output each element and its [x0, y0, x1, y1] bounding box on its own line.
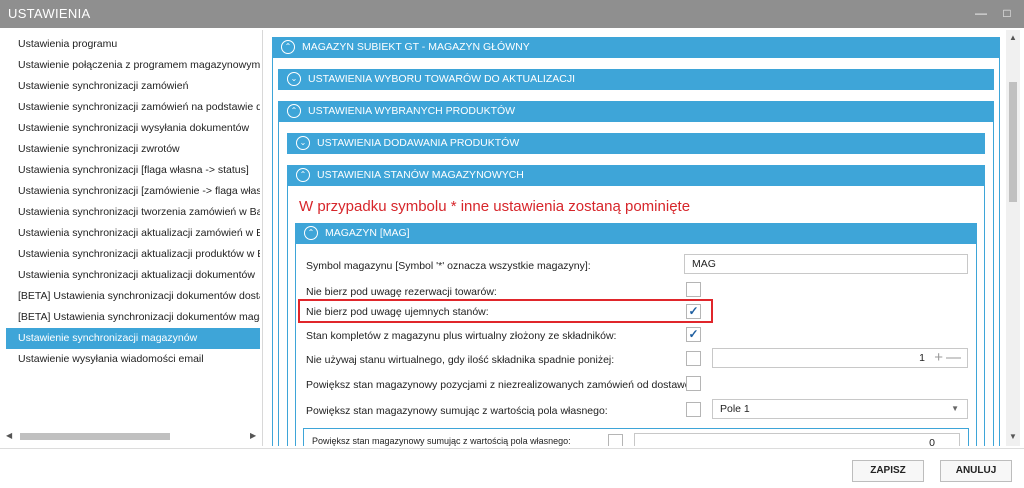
symbol-input[interactable]: MAG — [684, 254, 968, 274]
increase-unrealized-label: Powiększ stan magazynowy pozycjami z nie… — [306, 379, 699, 391]
increase-field-checkbox[interactable] — [686, 402, 701, 417]
chevron-up-icon[interactable]: ⌃ — [287, 104, 301, 118]
sidebar-item[interactable]: Ustawienia synchronizacji [zamówienie ->… — [6, 181, 260, 202]
sidebar-item[interactable]: Ustawienie synchronizacji zamówień na po… — [6, 97, 260, 118]
sidebar-item[interactable]: [BETA] Ustawienia synchronizacji dokumen… — [6, 307, 260, 328]
save-button[interactable]: ZAPISZ — [852, 460, 924, 482]
panel-splitter[interactable] — [262, 30, 263, 446]
chevron-up-icon[interactable]: ⌃ — [281, 40, 295, 54]
virtual-stock-stepper[interactable]: 1 + — — [712, 348, 968, 368]
settings-nav-list: Ustawienia programu Ustawienie połączenia… — [6, 34, 260, 444]
kit-stock-label: Stan kompletów z magazynu plus wirtualny… — [306, 330, 617, 342]
maximize-icon[interactable]: □ — [998, 4, 1016, 22]
sidebar-item[interactable]: Ustawienie synchronizacji magazynów — [6, 328, 260, 349]
sidebar-item[interactable]: Ustawienia synchronizacji aktualizacji z… — [6, 223, 260, 244]
section-warehouse-mag[interactable]: ⌃ MAGAZYN [MAG] — [295, 223, 977, 244]
sidebar-item[interactable]: Ustawienia synchronizacji aktualizacji p… — [6, 244, 260, 265]
sidebar-item[interactable]: [BETA] Ustawienia synchronizacji dokumen… — [6, 286, 260, 307]
sidebar-item[interactable]: Ustawienia synchronizacji tworzenia zamó… — [6, 202, 260, 223]
cancel-button[interactable]: ANULUJ — [940, 460, 1012, 482]
scroll-up-icon[interactable]: ▲ — [1009, 33, 1017, 42]
kit-stock-checkbox[interactable]: ✓ — [686, 327, 701, 342]
scroll-down-icon[interactable]: ▼ — [1009, 432, 1017, 441]
select-value: Pole 1 — [720, 403, 750, 415]
sidebar-item[interactable]: Ustawienia synchronizacji [flaga własna … — [6, 160, 260, 181]
increase-unrealized-checkbox[interactable] — [686, 376, 701, 391]
virtual-stock-checkbox[interactable] — [686, 351, 701, 366]
stepper-value: 0 — [929, 437, 935, 446]
section-stock-levels[interactable]: ⌃ USTAWIENIA STANÓW MAGAZYNOWYCH — [287, 165, 985, 186]
scroll-right-icon[interactable]: ▶ — [250, 430, 256, 442]
minimize-icon[interactable]: — — [972, 4, 990, 22]
warning-message: W przypadku symbolu * inne ustawienia zo… — [299, 198, 691, 215]
caret-down-icon: ▼ — [951, 404, 959, 413]
scroll-thumb[interactable] — [1009, 82, 1017, 202]
sidebar-item[interactable]: Ustawienie synchronizacji zwrotów — [6, 139, 260, 160]
chevron-down-icon[interactable]: ⌄ — [296, 136, 310, 150]
window-titlebar: USTAWIENIA — □ — [0, 0, 1024, 28]
stepper-value: 1 — [919, 352, 925, 364]
chevron-up-icon[interactable]: ⌃ — [304, 226, 318, 240]
window-title: USTAWIENIA — [8, 6, 91, 21]
increase-field-label: Powiększ stan magazynowy sumując z warto… — [306, 405, 608, 417]
section-title: USTAWIENIA WYBORU TOWARÓW DO AKTUALIZACJ… — [308, 73, 575, 85]
partial-row-checkbox[interactable] — [608, 434, 623, 446]
section-title: USTAWIENIA DODAWANIA PRODUKTÓW — [317, 137, 520, 149]
symbol-label: Symbol magazynu [Symbol '*' oznacza wszy… — [306, 260, 591, 272]
ignore-reservation-checkbox[interactable] — [686, 282, 701, 297]
virtual-stock-label: Nie używaj stanu wirtualnego, gdy ilość … — [306, 354, 615, 366]
dialog-footer: ZAPISZ ANULUJ — [0, 448, 1024, 488]
section-adding-products[interactable]: ⌄ USTAWIENIA DODAWANIA PRODUKTÓW — [287, 133, 985, 154]
section-product-selection[interactable]: ⌄ USTAWIENIA WYBORU TOWARÓW DO AKTUALIZA… — [278, 69, 994, 90]
checkmark-icon: ✓ — [688, 327, 699, 341]
content-vertical-scrollbar[interactable]: ▲ ▼ — [1006, 30, 1020, 446]
plus-icon[interactable]: + — [934, 349, 943, 367]
sidebar-item[interactable]: Ustawienie połączenia z programem magazy… — [6, 55, 260, 76]
scroll-thumb[interactable] — [20, 433, 170, 440]
sidebar-item[interactable]: Ustawienie synchronizacji zamówień — [6, 76, 260, 97]
settings-content: ⌃ MAGAZYN SUBIEKT GT - MAGAZYN GŁÓWNY ⌄ … — [266, 30, 1004, 446]
nav-horizontal-scrollbar[interactable]: ◀ ▶ — [6, 430, 260, 442]
highlight-box — [298, 299, 713, 323]
custom-field-select[interactable]: Pole 1 ▼ — [712, 399, 968, 419]
sidebar-item[interactable]: Ustawienia programu — [6, 34, 260, 55]
sidebar-item[interactable]: Ustawienie synchronizacji wysyłania doku… — [6, 118, 260, 139]
chevron-down-icon[interactable]: ⌄ — [287, 72, 301, 86]
sidebar-item[interactable]: Ustawienia synchronizacji aktualizacji d… — [6, 265, 260, 286]
section-title: USTAWIENIA WYBRANYCH PRODUKTÓW — [308, 105, 516, 117]
partial-row-label: Powiększ stan magazynowy sumując z warto… — [312, 436, 571, 446]
section-title: MAGAZYN [MAG] — [325, 227, 410, 239]
sidebar-item[interactable]: Ustawienie wysyłania wiadomości email — [6, 349, 260, 370]
partial-row-stepper[interactable]: 0 — [634, 433, 960, 446]
section-title: USTAWIENIA STANÓW MAGAZYNOWYCH — [317, 169, 524, 181]
minus-icon[interactable]: — — [946, 349, 961, 367]
ignore-reservation-label: Nie bierz pod uwagę rezerwacji towarów: — [306, 286, 497, 298]
section-selected-products[interactable]: ⌃ USTAWIENIA WYBRANYCH PRODUKTÓW — [278, 101, 994, 122]
chevron-up-icon[interactable]: ⌃ — [296, 168, 310, 182]
section-title: MAGAZYN SUBIEKT GT - MAGAZYN GŁÓWNY — [302, 41, 530, 53]
section-warehouse-main[interactable]: ⌃ MAGAZYN SUBIEKT GT - MAGAZYN GŁÓWNY — [272, 37, 1000, 58]
scroll-left-icon[interactable]: ◀ — [6, 430, 12, 442]
